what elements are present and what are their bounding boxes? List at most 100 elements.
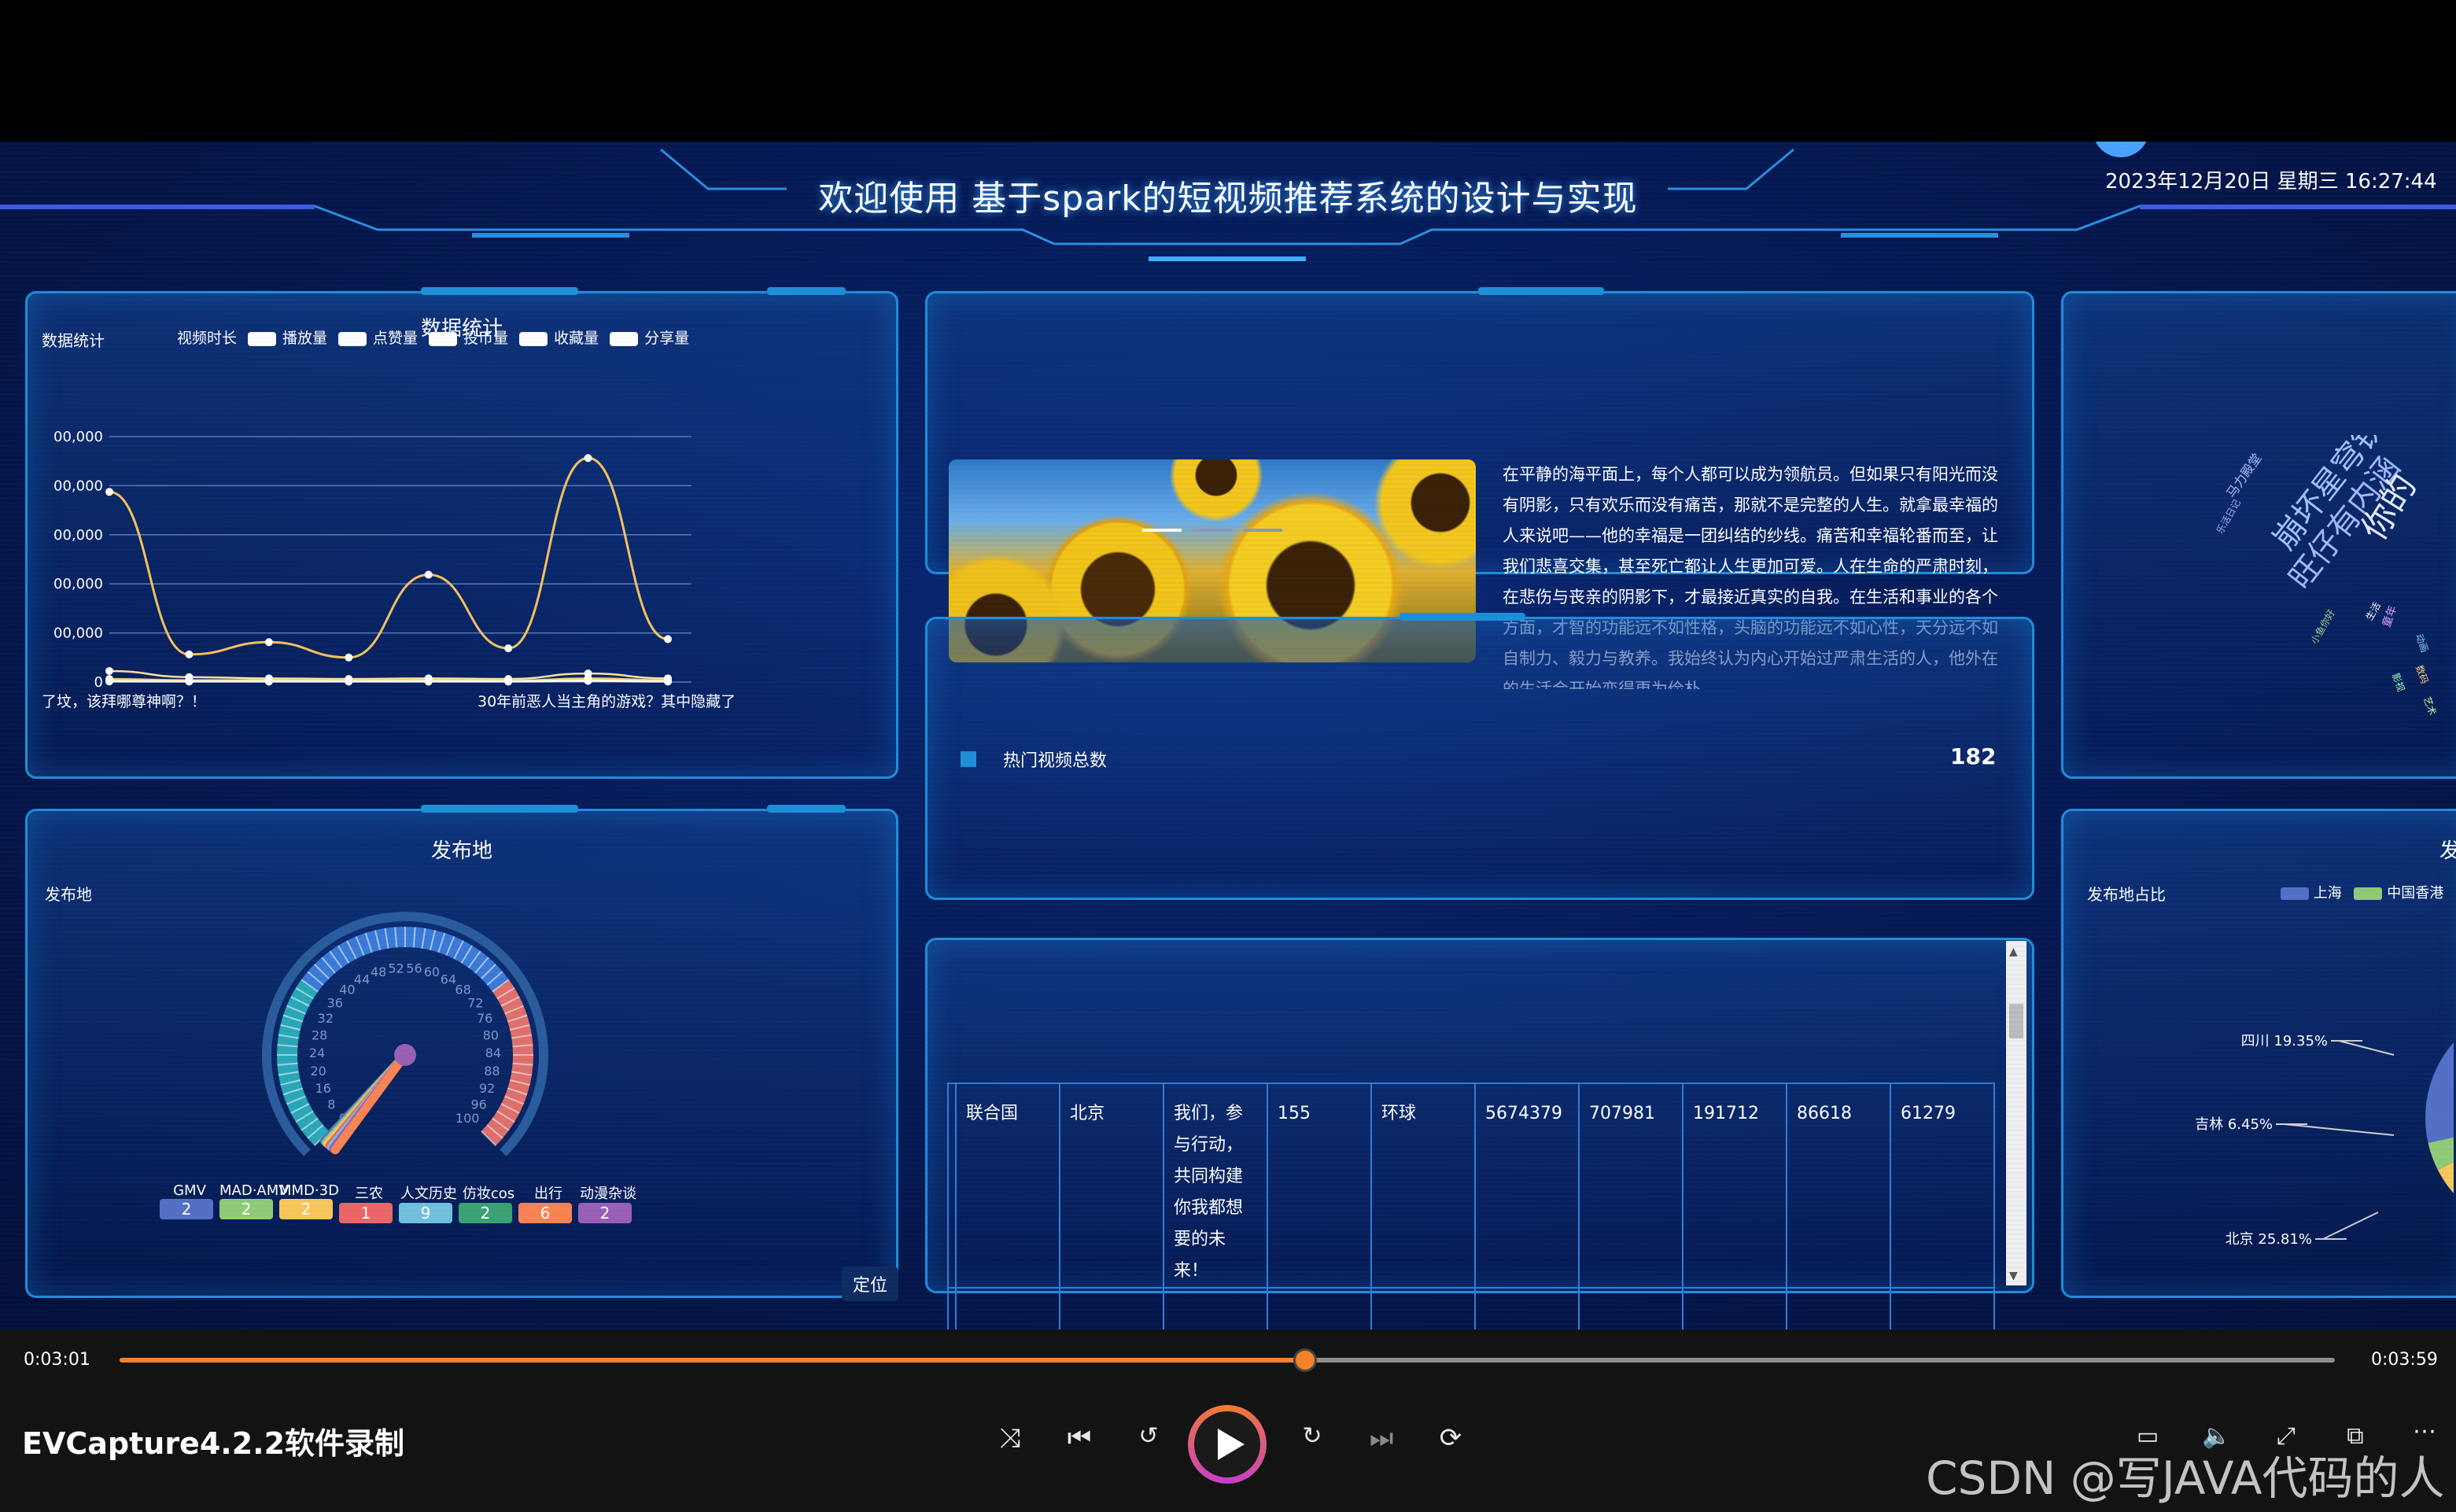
legend-item[interactable]: 播放量 xyxy=(282,330,327,347)
page-title: 欢迎使用 基于spark的短视频推荐系统的设计与实现 xyxy=(818,179,1638,219)
progress-knob[interactable] xyxy=(1293,1348,1317,1372)
gauge-category-count: 2 xyxy=(578,1203,632,1223)
gauge-tick-label: 24 xyxy=(309,1045,325,1060)
table-row[interactable]: 联合国 北京 我们，参与行动，共同构建你我都想要的未来！ 155 环球 5674379 70… xyxy=(947,1082,1995,1289)
gauge-tick-label: 16 xyxy=(315,1081,331,1096)
previous-icon[interactable]: ⏮ xyxy=(1062,1422,1097,1454)
progress-track[interactable] xyxy=(120,1348,2335,1372)
table-row[interactable]: 哈尔滨鹏哥说车黑龙江-27汽车生活11084115415072865101281… xyxy=(947,1287,1995,1329)
legend-item[interactable]: 分享量 xyxy=(644,330,689,347)
series-line xyxy=(109,456,669,659)
table-cell: 汽车生活 xyxy=(1370,1287,1476,1329)
data-point[interactable] xyxy=(584,454,592,463)
wordcloud-word[interactable]: 数码 xyxy=(2413,663,2432,685)
table-cell: 6510 xyxy=(1786,1287,1891,1329)
play-icon xyxy=(1218,1429,1245,1460)
gauge-tick-label: 40 xyxy=(339,983,355,998)
forward-30-icon[interactable]: ↻ xyxy=(1295,1422,1329,1450)
pie-legend: 上海 中国香港 xyxy=(2281,882,2443,902)
data-point[interactable] xyxy=(105,488,113,496)
gauge-category-count: 6 xyxy=(518,1203,572,1223)
table-cell: - xyxy=(1163,1287,1268,1329)
gauge-tick-label: 32 xyxy=(318,1011,334,1026)
data-point[interactable] xyxy=(584,677,592,685)
data-point[interactable] xyxy=(105,677,113,686)
gauge-category-count: 1 xyxy=(339,1203,393,1223)
data-point[interactable] xyxy=(264,677,273,686)
gauge-tick-label: 60 xyxy=(424,964,440,979)
table-cell: 191712 xyxy=(1682,1082,1787,1289)
wordcloud-word[interactable]: 艺术 xyxy=(2421,695,2439,717)
gauge-categories: GMV 2 MAD·AMV 2 MMD·3D 2 三农 1 人文历史 9 仿妆cos 2 出行 6 动漫杂谈… xyxy=(160,1182,663,1237)
gauge-category: MMD·3D 2 xyxy=(279,1182,339,1219)
table-cell xyxy=(947,1287,957,1329)
y-tick-label: 00,000 xyxy=(53,576,103,592)
x-label-right: 30年前恶人当主角的游戏？其中隐藏了 xyxy=(478,693,736,710)
gauge-tick-label: 72 xyxy=(467,995,483,1010)
table-cell: 728 xyxy=(1682,1287,1787,1329)
wordcloud-word[interactable]: 乐活日记 xyxy=(2213,496,2244,536)
data-point[interactable] xyxy=(504,677,513,686)
gauge-category-name: 三农 xyxy=(355,1186,383,1202)
pie-panel: 发 发布地占比 上海 中国香港 四川 19.35% 吉林 6.45% 北京 25.8… xyxy=(2061,809,2456,1298)
gauge-tick-label: 96 xyxy=(470,1097,486,1112)
pie-legend-item[interactable]: 上海 xyxy=(2314,885,2342,902)
pie-slice[interactable] xyxy=(2425,1003,2454,1143)
table-cell: 86618 xyxy=(1786,1082,1891,1289)
wordcloud-word[interactable]: 小鱼你好 xyxy=(2307,607,2338,646)
legend-item[interactable]: 收藏量 xyxy=(554,330,599,347)
gauge-tick-label: 88 xyxy=(484,1064,500,1079)
repeat-icon[interactable]: ⟳ xyxy=(1433,1422,1468,1454)
legend-swatch xyxy=(429,331,458,346)
hot-value: 182 xyxy=(1950,743,1997,769)
data-point[interactable] xyxy=(345,677,353,686)
legend-item[interactable]: 点赞量 xyxy=(373,330,418,347)
dashboard: 数据统计 数据统计 视频时长 播放量 点赞量 投币量 收藏量 分享量 00,000 00,0… xyxy=(0,142,2456,1329)
data-point[interactable] xyxy=(664,635,672,644)
data-point[interactable] xyxy=(345,653,353,662)
gauge-label: 发布地 xyxy=(45,885,92,904)
wordcloud-word[interactable]: 马力殿堂 xyxy=(2221,449,2265,501)
pie-legend-item[interactable]: 中国香港 xyxy=(2387,885,2443,902)
table-cell: 哈尔滨鹏哥说车 xyxy=(955,1287,1060,1329)
gauge-category: 人文历史 9 xyxy=(399,1182,459,1223)
carousel-dot-active[interactable] xyxy=(1142,529,1182,532)
data-point[interactable] xyxy=(504,644,513,653)
carousel-dot[interactable] xyxy=(1193,529,1232,532)
gauge-tick-label: 84 xyxy=(485,1045,501,1060)
data-point[interactable] xyxy=(185,650,194,658)
data-point[interactable] xyxy=(664,677,672,686)
total-time: 0:03:59 xyxy=(2371,1350,2438,1370)
rewind-10-icon[interactable]: ↺ xyxy=(1131,1422,1166,1450)
scrollbar-thumb[interactable] xyxy=(2009,1004,2023,1038)
legend-item[interactable]: 投币量 xyxy=(463,330,508,347)
current-time: 0:03:01 xyxy=(24,1350,90,1370)
table-cell: 北京 xyxy=(1059,1082,1164,1289)
gauge-category-name: 动漫杂谈 xyxy=(580,1186,636,1202)
pie-label: 吉林 6.45% xyxy=(2195,1116,2273,1133)
gauge-needle xyxy=(330,1050,410,1155)
legend-item[interactable]: 视频时长 xyxy=(177,330,237,347)
carousel-dot[interactable] xyxy=(1243,529,1282,532)
data-point[interactable] xyxy=(185,677,194,686)
table-scrollbar[interactable]: ▲ ▼ xyxy=(2006,941,2026,1285)
gauge-category-name: 人文历史 xyxy=(400,1186,457,1202)
hot-label: 热门视频总数 xyxy=(1003,751,1108,771)
gauge-category-count: 2 xyxy=(160,1199,213,1219)
gauge-title: 发布地 xyxy=(430,839,492,863)
gauge-category-name: MAD·AMV xyxy=(219,1182,289,1199)
table-cell: 12816 xyxy=(1890,1287,1995,1329)
next-icon[interactable]: ⏭ xyxy=(1364,1422,1399,1454)
data-point[interactable] xyxy=(264,638,273,647)
wordcloud-word[interactable]: 动画 xyxy=(2413,632,2432,654)
pie-label: 四川 19.35% xyxy=(2241,1033,2328,1049)
line-chart: 00,000 00,000 00,000 00,000 00,000 0 xyxy=(53,429,691,691)
data-point[interactable] xyxy=(424,570,433,579)
data-point[interactable] xyxy=(105,666,113,675)
shuffle-icon[interactable]: ⤨ xyxy=(993,1422,1027,1454)
gauge-tick-label: 100 xyxy=(455,1111,480,1126)
legend-swatch xyxy=(519,331,548,346)
play-button[interactable] xyxy=(1188,1405,1267,1484)
data-point[interactable] xyxy=(424,677,433,686)
wordcloud-word[interactable]: 影视 xyxy=(2389,671,2408,693)
